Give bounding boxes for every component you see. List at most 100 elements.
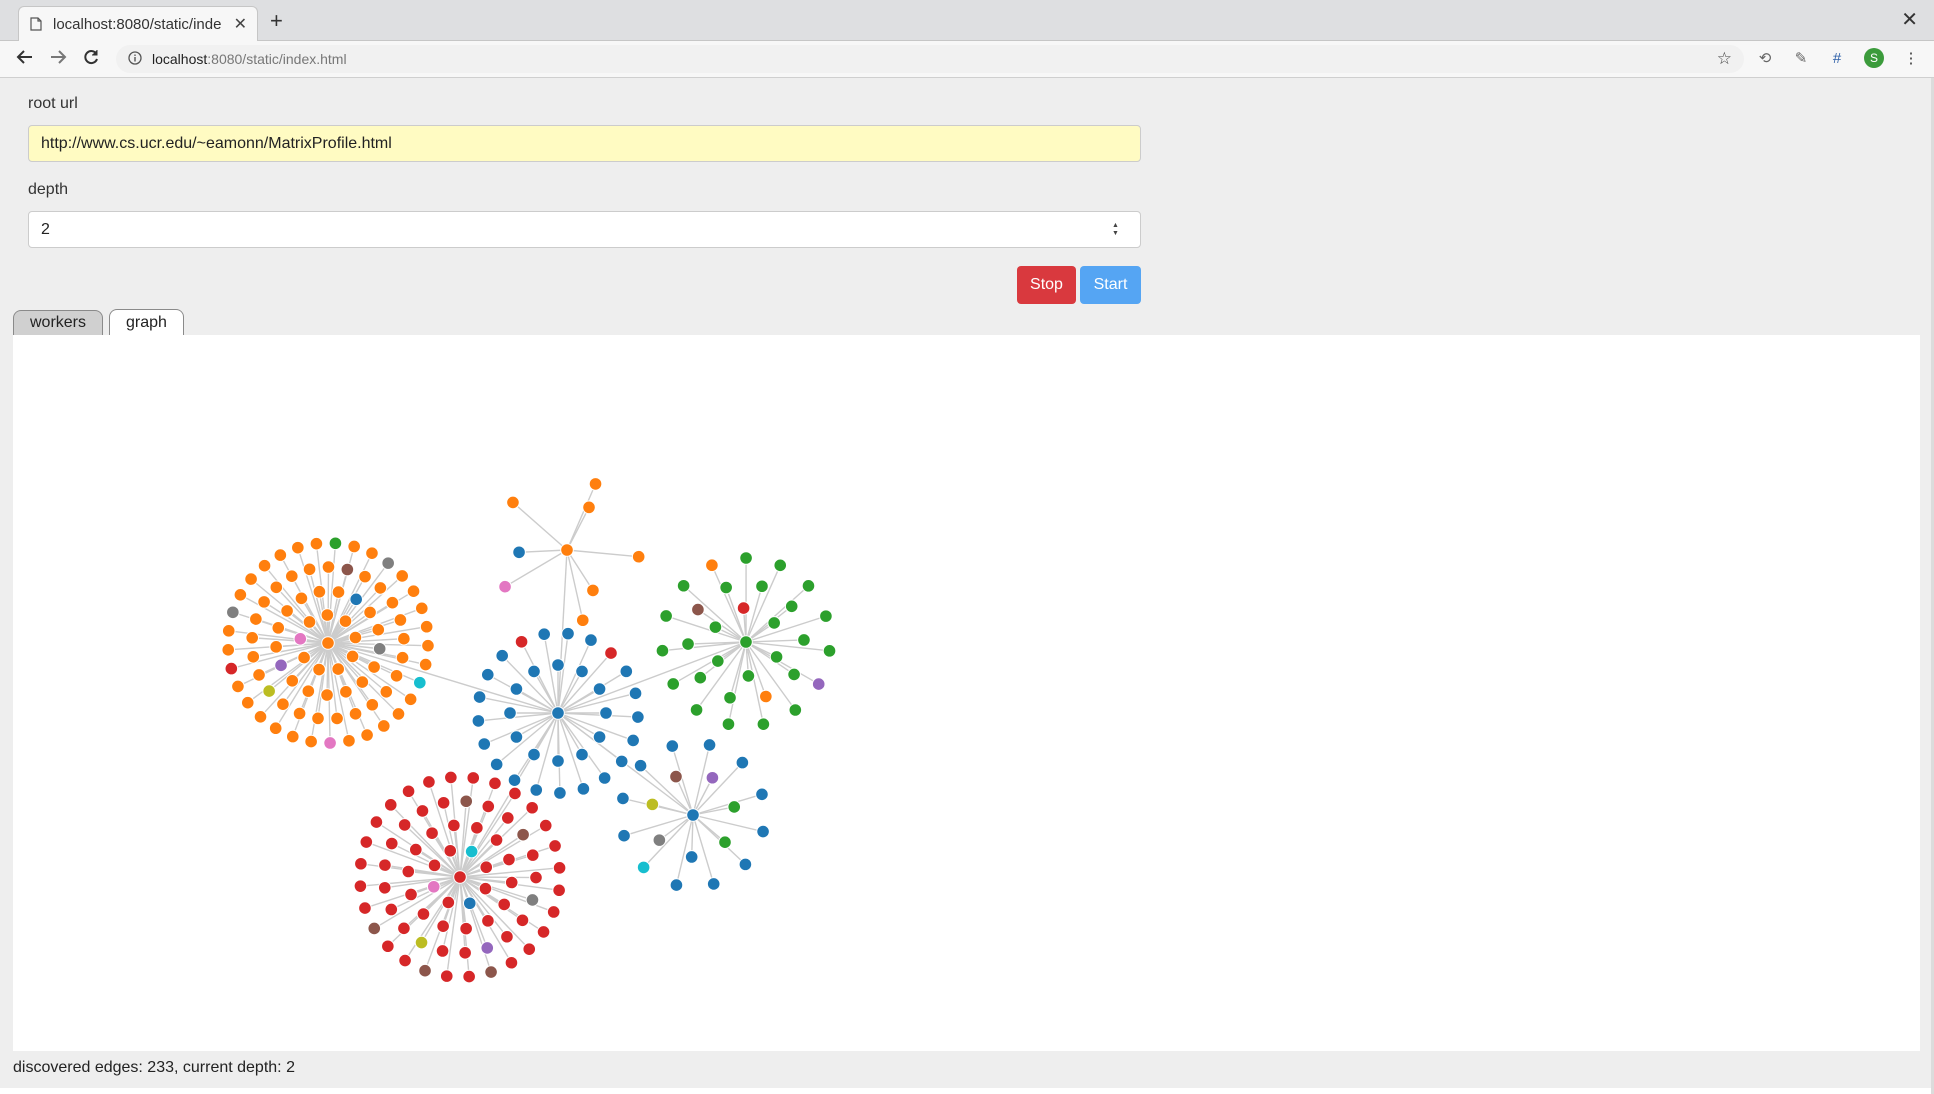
- graph-node[interactable]: [294, 591, 309, 606]
- graph-node[interactable]: [331, 662, 345, 676]
- graph-node[interactable]: [240, 695, 255, 710]
- graph-node[interactable]: [604, 646, 618, 660]
- graph-node[interactable]: [253, 709, 268, 724]
- graph-node[interactable]: [395, 650, 410, 665]
- graph-node[interactable]: [665, 739, 680, 753]
- graph-node[interactable]: [459, 921, 473, 936]
- graph-node[interactable]: [276, 697, 290, 712]
- extension-eyedropper-icon[interactable]: ✎: [1792, 49, 1810, 67]
- graph-node[interactable]: [773, 558, 788, 573]
- graph-node[interactable]: [721, 717, 736, 731]
- graph-node[interactable]: [516, 827, 530, 842]
- graph-node[interactable]: [552, 861, 567, 875]
- graph-node[interactable]: [723, 690, 737, 705]
- graph-node[interactable]: [529, 870, 543, 885]
- graph-node[interactable]: [689, 703, 704, 717]
- graph-node[interactable]: [391, 707, 406, 721]
- graph-node[interactable]: [552, 883, 566, 898]
- graph-node[interactable]: [756, 717, 771, 731]
- graph-node[interactable]: [636, 860, 651, 875]
- graph-node[interactable]: [371, 622, 386, 637]
- graph-node[interactable]: [819, 609, 833, 623]
- graph-node[interactable]: [347, 539, 361, 554]
- graph-node[interactable]: [339, 685, 353, 699]
- graph-node[interactable]: [553, 786, 567, 800]
- graph-hub-node[interactable]: [321, 636, 335, 650]
- graph-node[interactable]: [273, 548, 288, 562]
- graph-node[interactable]: [224, 661, 239, 676]
- graph-node[interactable]: [312, 662, 326, 677]
- graph-node[interactable]: [252, 668, 266, 682]
- graph-node[interactable]: [427, 858, 442, 873]
- spin-down-icon[interactable]: ▼: [1112, 230, 1119, 238]
- graph-node[interactable]: [369, 815, 384, 829]
- graph-node[interactable]: [480, 941, 495, 955]
- graph-node[interactable]: [302, 615, 317, 629]
- graph-node[interactable]: [684, 850, 699, 864]
- graph-node[interactable]: [626, 733, 640, 748]
- graph-node[interactable]: [285, 569, 299, 583]
- back-icon[interactable]: [16, 48, 34, 72]
- graph-node[interactable]: [363, 605, 377, 620]
- graph-node[interactable]: [466, 771, 481, 785]
- graph-node[interactable]: [358, 569, 372, 584]
- graph-node[interactable]: [444, 770, 458, 785]
- graph-hub-node[interactable]: [453, 870, 467, 884]
- close-tab-icon[interactable]: ✕: [234, 14, 247, 34]
- graph-node[interactable]: [377, 880, 392, 895]
- graph-node[interactable]: [507, 773, 522, 787]
- graph-node[interactable]: [383, 798, 398, 812]
- graph-node[interactable]: [365, 546, 379, 560]
- close-window-icon[interactable]: ✕: [1901, 7, 1918, 32]
- new-tab-button[interactable]: +: [270, 8, 283, 34]
- graph-node[interactable]: [397, 631, 411, 646]
- graph-node[interactable]: [488, 776, 502, 791]
- graph-node[interactable]: [655, 643, 670, 658]
- graph-node[interactable]: [349, 592, 363, 607]
- graph-node[interactable]: [464, 844, 479, 859]
- graph-node[interactable]: [506, 495, 520, 510]
- graph-node[interactable]: [338, 614, 353, 628]
- graph-node[interactable]: [727, 800, 742, 814]
- graph-node[interactable]: [582, 500, 596, 515]
- graph-node[interactable]: [575, 747, 589, 762]
- graph-node[interactable]: [418, 963, 432, 978]
- graph-node[interactable]: [389, 668, 404, 683]
- graph-node[interactable]: [584, 633, 598, 647]
- forward-icon[interactable]: [49, 48, 67, 72]
- graph-node[interactable]: [472, 690, 487, 704]
- graph-node[interactable]: [797, 633, 811, 647]
- graph-node[interactable]: [320, 608, 335, 622]
- graph-node[interactable]: [588, 477, 603, 491]
- graph-hub-node[interactable]: [551, 706, 565, 720]
- graph-node[interactable]: [614, 754, 629, 769]
- graph-node[interactable]: [631, 710, 645, 724]
- profile-avatar[interactable]: S: [1864, 48, 1884, 68]
- graph-node[interactable]: [479, 860, 494, 875]
- graph-node[interactable]: [249, 612, 263, 626]
- graph-node[interactable]: [503, 706, 517, 720]
- graph-node[interactable]: [340, 562, 355, 577]
- graph-node[interactable]: [652, 833, 667, 847]
- graph-node[interactable]: [257, 558, 272, 573]
- graph-node[interactable]: [436, 919, 450, 933]
- graph-node[interactable]: [302, 562, 317, 577]
- graph-node[interactable]: [597, 771, 612, 785]
- graph-node[interactable]: [358, 901, 372, 915]
- graph-node[interactable]: [462, 969, 476, 984]
- graph-node[interactable]: [401, 864, 416, 879]
- graph-node[interactable]: [280, 604, 294, 618]
- graph-node[interactable]: [271, 621, 286, 635]
- graph-node[interactable]: [233, 588, 248, 602]
- graph-node[interactable]: [619, 664, 634, 679]
- graph-node[interactable]: [705, 558, 719, 573]
- graph-node[interactable]: [414, 935, 429, 950]
- graph-node[interactable]: [755, 787, 769, 802]
- graph-node[interactable]: [691, 602, 705, 617]
- graph-node[interactable]: [425, 826, 439, 840]
- graph-node[interactable]: [575, 613, 590, 628]
- graph-node[interactable]: [365, 697, 380, 712]
- graph-node[interactable]: [403, 692, 418, 707]
- graph-node[interactable]: [231, 679, 245, 694]
- graph-node[interactable]: [576, 782, 591, 796]
